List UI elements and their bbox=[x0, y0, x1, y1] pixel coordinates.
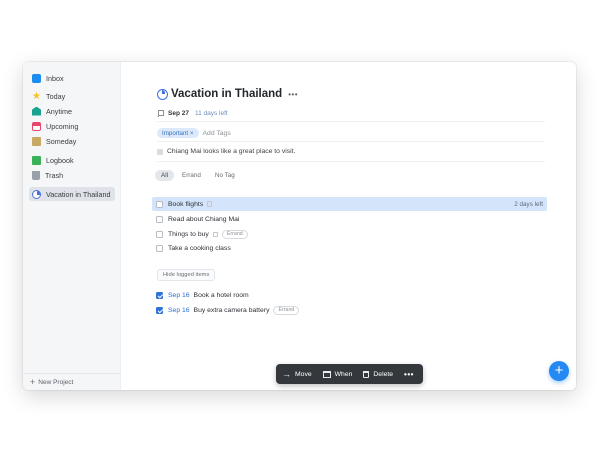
task-tag: Errand bbox=[273, 305, 300, 315]
box-icon bbox=[32, 136, 41, 146]
tag-filter-bar: All Errand No Tag bbox=[155, 170, 243, 181]
sidebar-item-label: Today bbox=[46, 91, 66, 101]
tag-important[interactable]: Important × bbox=[157, 128, 199, 138]
sidebar-item-logbook[interactable]: Logbook bbox=[29, 153, 115, 167]
deadline-date: Sep 27 bbox=[168, 110, 189, 117]
move-label: Move bbox=[295, 370, 312, 378]
when-button[interactable]: When bbox=[322, 370, 353, 378]
when-label: When bbox=[334, 370, 353, 378]
task-row[interactable]: Read about Chiang Mai bbox=[152, 212, 547, 226]
logged-task-row[interactable]: Sep 16 Book a hotel room bbox=[152, 288, 547, 302]
stack-icon bbox=[32, 106, 41, 116]
task-title: Take a cooking class bbox=[168, 244, 231, 252]
filter-all[interactable]: All bbox=[155, 170, 174, 181]
divider bbox=[157, 161, 545, 162]
sidebar: Inbox ★ Today Anytime Upcoming Someday L… bbox=[23, 62, 121, 390]
sidebar-item-someday[interactable]: Someday bbox=[29, 134, 115, 148]
task-checkbox[interactable] bbox=[156, 200, 163, 208]
page-title[interactable]: Vacation in Thailand bbox=[171, 88, 282, 100]
sidebar-item-inbox[interactable]: Inbox bbox=[29, 71, 115, 85]
project-header: Vacation in Thailand ••• bbox=[157, 88, 298, 100]
sidebar-item-today[interactable]: ★ Today bbox=[29, 89, 115, 103]
task-checkbox-checked[interactable] bbox=[156, 306, 163, 314]
task-row[interactable]: Things to buy Errand bbox=[152, 227, 547, 241]
divider bbox=[157, 121, 545, 122]
more-button[interactable]: ••• bbox=[404, 370, 414, 379]
new-project-button[interactable]: + New Project bbox=[23, 373, 121, 390]
project-view: Vacation in Thailand ••• Sep 27 11 days … bbox=[121, 62, 576, 390]
sidebar-item-label: Anytime bbox=[46, 106, 72, 116]
task-title: Book a hotel room bbox=[193, 291, 249, 299]
checklist-icon bbox=[212, 231, 218, 237]
deadline-remaining: 11 days left bbox=[194, 110, 228, 117]
deadline[interactable]: Sep 27 11 days left bbox=[158, 110, 228, 117]
task-checkbox[interactable] bbox=[156, 244, 163, 252]
task-title: Buy extra camera battery bbox=[193, 306, 270, 314]
note-icon bbox=[157, 148, 163, 155]
task-title: Things to buy bbox=[168, 230, 209, 238]
task-tag: Errand bbox=[221, 229, 248, 239]
sidebar-item-upcoming[interactable]: Upcoming bbox=[29, 119, 115, 133]
hide-logged-items-button[interactable]: Hide logged items bbox=[157, 269, 216, 281]
task-row[interactable]: Book flights 2 days left bbox=[152, 197, 547, 211]
flag-icon bbox=[158, 110, 164, 117]
sidebar-item-label: Upcoming bbox=[46, 121, 79, 131]
notes-text: Chiang Mai looks like a great place to v… bbox=[167, 148, 296, 155]
sidebar-item-label: Logbook bbox=[46, 155, 74, 165]
task-title: Read about Chiang Mai bbox=[168, 215, 240, 223]
sidebar-item-label: Trash bbox=[45, 170, 64, 180]
sidebar-item-label: Someday bbox=[46, 136, 77, 146]
star-icon: ★ bbox=[32, 90, 41, 102]
project-pie-icon bbox=[157, 88, 168, 100]
logged-date: Sep 16 bbox=[168, 291, 190, 299]
new-project-label: New Project bbox=[38, 378, 74, 386]
divider bbox=[157, 141, 545, 142]
inbox-icon bbox=[32, 73, 41, 83]
tag-label: Important bbox=[162, 129, 189, 137]
sidebar-item-trash[interactable]: Trash bbox=[29, 168, 115, 182]
logbook-icon bbox=[32, 155, 41, 165]
calendar-icon bbox=[322, 370, 331, 378]
logged-date: Sep 16 bbox=[168, 306, 190, 314]
notes-icon bbox=[207, 201, 213, 207]
task-checkbox[interactable] bbox=[156, 215, 163, 223]
selection-toolbar: → Move When Delete ••• bbox=[276, 364, 423, 384]
sidebar-item-label: Vacation in Thailand bbox=[46, 189, 111, 199]
task-checkbox[interactable] bbox=[156, 230, 163, 238]
tag-remove-icon[interactable]: × bbox=[190, 130, 194, 137]
project-more-button[interactable]: ••• bbox=[288, 90, 298, 99]
sidebar-item-vacation-in-thailand[interactable]: Vacation in Thailand bbox=[29, 187, 115, 201]
project-notes[interactable]: Chiang Mai looks like a great place to v… bbox=[157, 148, 295, 155]
add-todo-button[interactable]: + bbox=[549, 361, 569, 381]
logged-task-row[interactable]: Sep 16 Buy extra camera battery Errand bbox=[152, 303, 547, 317]
task-checkbox-checked[interactable] bbox=[156, 291, 163, 299]
sidebar-item-label: Inbox bbox=[46, 73, 64, 83]
task-deadline: 2 days left bbox=[514, 200, 543, 208]
plus-icon: + bbox=[30, 377, 36, 387]
project-tags: Important × Add Tags bbox=[157, 128, 231, 138]
trash-icon bbox=[32, 170, 40, 180]
project-pie-icon bbox=[32, 189, 41, 199]
arrow-right-icon: → bbox=[282, 369, 291, 379]
add-tags-button[interactable]: Add Tags bbox=[203, 130, 231, 137]
trash-icon bbox=[363, 370, 370, 378]
delete-button[interactable]: Delete bbox=[363, 370, 394, 378]
calendar-icon bbox=[32, 121, 41, 131]
delete-label: Delete bbox=[373, 370, 394, 378]
sidebar-item-anytime[interactable]: Anytime bbox=[29, 104, 115, 118]
task-title: Book flights bbox=[168, 200, 204, 208]
filter-errand[interactable]: Errand bbox=[176, 170, 207, 181]
filter-no-tag[interactable]: No Tag bbox=[209, 170, 241, 181]
task-row[interactable]: Take a cooking class bbox=[152, 241, 547, 255]
app-window: Inbox ★ Today Anytime Upcoming Someday L… bbox=[23, 62, 576, 390]
move-button[interactable]: → Move bbox=[282, 369, 312, 379]
